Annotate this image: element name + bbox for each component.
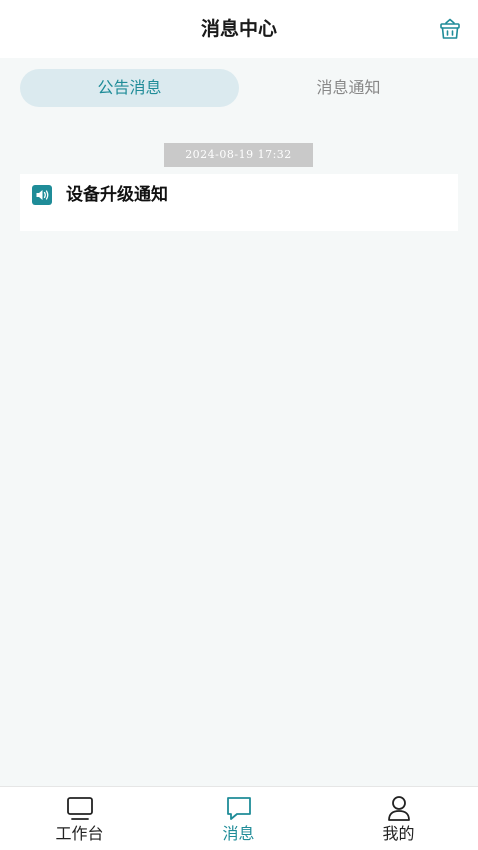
speaker-icon <box>32 185 52 205</box>
basket-icon[interactable] <box>438 17 462 41</box>
message-title: 设备升级通知 <box>66 185 168 205</box>
tabbar-item-messages[interactable]: 消息 <box>159 787 318 850</box>
user-icon <box>384 794 414 822</box>
tabbar-label-workbench: 工作台 <box>55 824 104 843</box>
chat-bubble-icon <box>224 794 254 822</box>
monitor-icon <box>65 794 95 822</box>
message-card[interactable]: 设备升级通知 <box>20 174 458 231</box>
header: 消息中心 <box>0 0 478 58</box>
tabbar-label-mine: 我的 <box>382 824 415 843</box>
tabbar-item-workbench[interactable]: 工作台 <box>0 787 159 850</box>
page-title: 消息中心 <box>200 18 277 40</box>
tabbar-item-mine[interactable]: 我的 <box>319 787 478 850</box>
bottom-tab-bar: 工作台 消息 我的 <box>0 786 478 850</box>
tab-announcements[interactable]: 公告消息 <box>20 69 239 107</box>
message-timestamp: 2024-08-19 17:32 <box>164 143 313 167</box>
tab-notifications[interactable]: 消息通知 <box>239 69 458 107</box>
message-tabs: 公告消息 消息通知 <box>20 69 458 107</box>
tabbar-label-messages: 消息 <box>222 824 255 843</box>
